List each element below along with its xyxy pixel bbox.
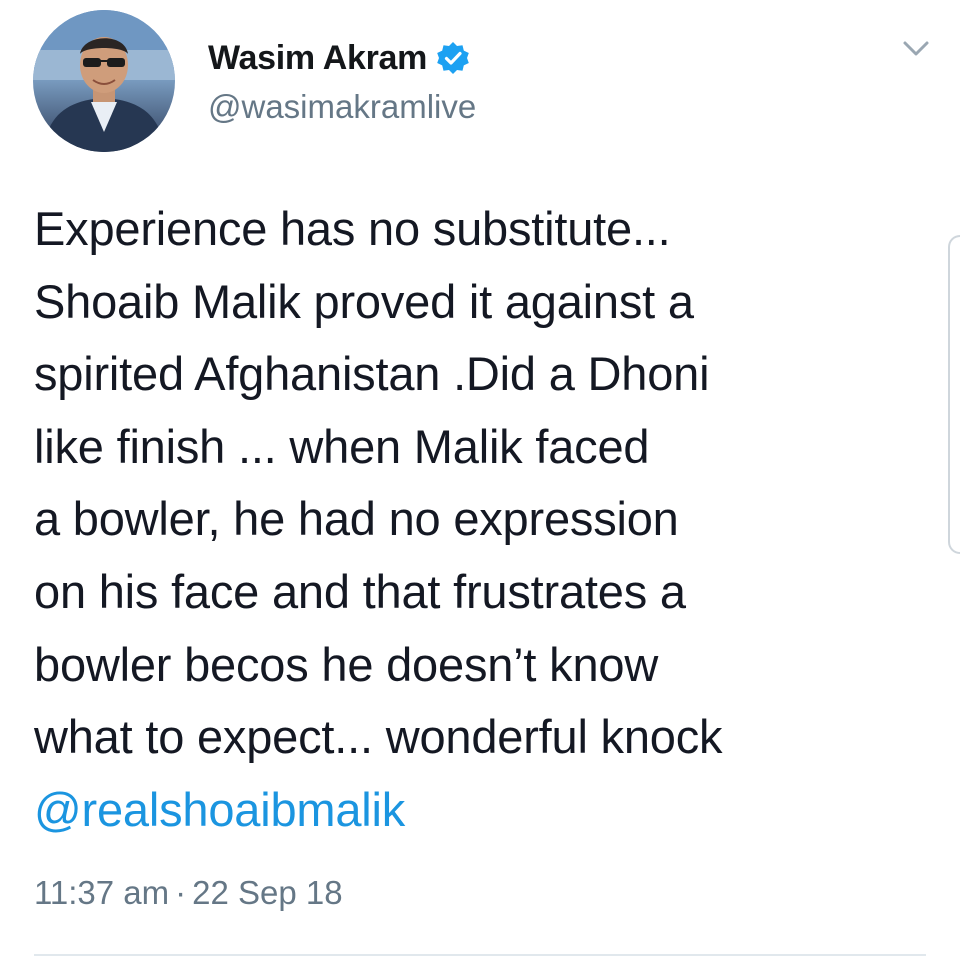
tweet-text-line: like finish ... when Malik faced [34, 419, 650, 473]
tweet-card: Wasim Akram @wasimakramlive Experience h… [0, 0, 960, 960]
tweet-date: 22 Sep 18 [192, 874, 343, 911]
author-display-name[interactable]: Wasim Akram [208, 39, 427, 78]
tweet-timestamp[interactable]: 11:37 am · 22 Sep 18 [34, 874, 343, 912]
tweet-text-line: bowler becos he doesn’t know [34, 637, 659, 691]
tweet-text-line: Experience has no substitute... [34, 202, 671, 255]
author-avatar[interactable] [33, 10, 175, 152]
tweet-text-line: spirited Afghanistan .Did a Dhoni [34, 347, 710, 401]
divider [34, 954, 926, 956]
tweet-text-line: @realshoaibmalik [34, 774, 934, 847]
tweet-text: Experience has no substitute... Shoaib M… [34, 193, 934, 846]
scrollbar-edge[interactable] [948, 235, 960, 554]
tweet-text-line: a bowler, he had no expression [34, 492, 679, 546]
tweet-text-line: what to expect... wonderful knock [34, 710, 723, 764]
profile-photo-icon [33, 10, 175, 152]
mention-link[interactable]: @realshoaibmalik [34, 783, 405, 836]
meta-separator: · [175, 874, 187, 911]
author-name-row: Wasim Akram [208, 36, 471, 80]
tweet-text-line: Shoaib Malik proved it against a [34, 274, 694, 328]
verified-badge-icon [435, 40, 471, 76]
tweet-time: 11:37 am [34, 874, 170, 911]
tweet-text-line: on his face and that frustrates a [34, 564, 686, 618]
author-handle[interactable]: @wasimakramlive [208, 88, 476, 126]
chevron-down-icon[interactable] [898, 30, 934, 66]
